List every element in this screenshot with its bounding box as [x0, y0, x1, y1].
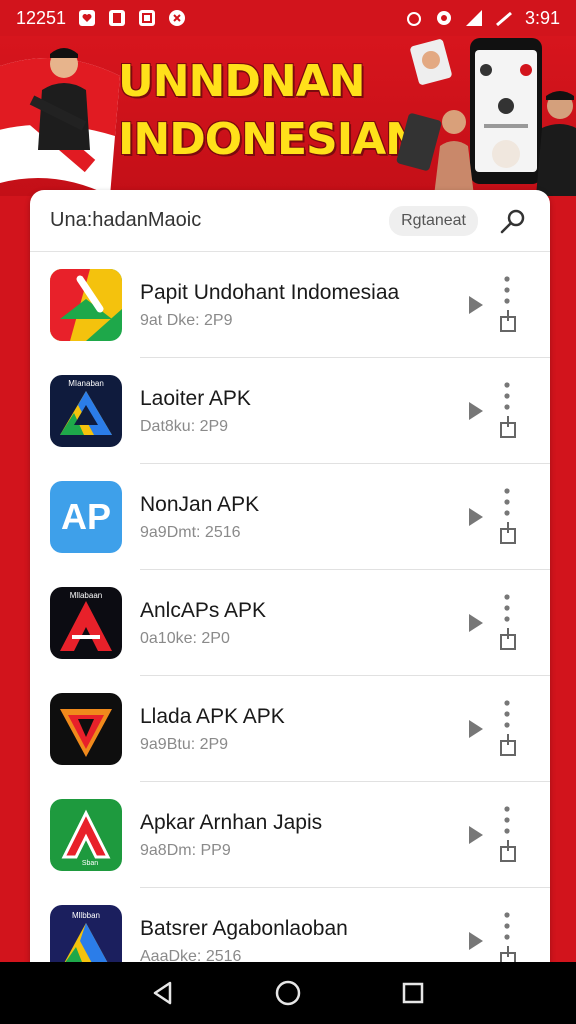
play-icon[interactable] — [466, 399, 486, 423]
recents-button[interactable] — [399, 979, 427, 1007]
row-actions — [466, 477, 536, 557]
promo-banner[interactable]: UNNDNAN INDONESIAN — [0, 36, 576, 196]
signal-icon — [465, 9, 483, 27]
app-name: AnlcAPs APK — [140, 599, 267, 622]
app-name: Papit Undohant Indomesiaa — [140, 281, 400, 304]
back-button[interactable] — [149, 979, 177, 1007]
download-box-icon[interactable] — [498, 627, 518, 651]
app-icon-5 — [50, 693, 122, 765]
filter-chip[interactable]: Rgtaneat — [389, 205, 478, 236]
more-vert-icon[interactable] — [502, 911, 512, 941]
banner-title-line2: INDONESIAN — [118, 114, 422, 165]
row-actions — [466, 901, 536, 970]
persons-right-image — [396, 39, 576, 196]
download-box-icon[interactable] — [498, 839, 518, 863]
notification-circle-icon — [168, 9, 186, 27]
icon-label: AP — [61, 496, 111, 537]
icon-label: Sban — [82, 860, 98, 867]
back-triangle-icon — [153, 981, 171, 1005]
search-icon — [500, 209, 525, 233]
app-name: NonJan APK — [140, 493, 260, 516]
app-meta: 9a9Btu: 2P9 — [140, 736, 229, 753]
more-vert-icon[interactable] — [502, 805, 512, 835]
vibrate-icon — [435, 9, 453, 27]
home-circle-icon — [275, 980, 301, 1006]
app-list-card: Una:hadanMaoic Rgtaneat Papit Undohant I… — [30, 190, 550, 970]
app-text: AnlcAPs APK 0a10ke: 2P0 — [140, 598, 466, 648]
person-left-image — [29, 48, 90, 150]
app-text: Apkar Arnhan Japis 9a8Dm: PP9 — [140, 810, 466, 860]
banner-title: UNNDNAN INDONESIAN — [118, 54, 438, 168]
more-vert-icon[interactable] — [502, 275, 512, 305]
row-actions — [466, 265, 536, 345]
status-time-left: 12251 — [16, 7, 67, 28]
app-text: Llada APK APK 9a9Btu: 2P9 — [140, 704, 466, 754]
home-button[interactable] — [274, 979, 302, 1007]
list-item[interactable]: Mllabaan AnlcAPs APK 0a10ke: 2P0 — [30, 570, 550, 676]
download-box-icon[interactable] — [498, 415, 518, 439]
app-icon-3: AP — [50, 481, 122, 553]
alarm-icon — [405, 9, 423, 27]
play-icon[interactable] — [466, 823, 486, 847]
search-button[interactable] — [496, 204, 530, 238]
app-name: Apkar Arnhan Japis — [140, 811, 323, 834]
navigation-bar — [0, 962, 576, 1024]
play-icon[interactable] — [466, 717, 486, 741]
download-box-icon[interactable] — [498, 521, 518, 545]
app-list: Papit Undohant Indomesiaa 9at Dke: 2P9 M… — [30, 252, 550, 970]
card-title: Una:hadanMaoic — [50, 209, 202, 231]
list-item[interactable]: MIanaban Laoiter APK Dat8ku: 2P9 — [30, 358, 550, 464]
more-vert-icon[interactable] — [502, 699, 512, 729]
row-actions — [466, 371, 536, 451]
more-vert-icon[interactable] — [502, 487, 512, 517]
notification-calendar-icon — [138, 9, 156, 27]
app-text: Laoiter APK Dat8ku: 2P9 — [140, 386, 466, 436]
status-time-right: 3:91 — [524, 7, 560, 28]
icon-label: Mllabaan — [70, 591, 102, 600]
download-box-icon[interactable] — [498, 733, 518, 757]
list-item[interactable]: AP NonJan APK 9a9Dmt: 2516 — [30, 464, 550, 570]
app-icon-7: Mllbban — [50, 905, 122, 970]
app-meta: 9a9Dmt: 2516 — [140, 524, 241, 541]
status-right: 3:91 — [405, 8, 560, 29]
more-vert-icon[interactable] — [502, 593, 512, 623]
icon-label: Mllbban — [72, 911, 100, 920]
list-item[interactable]: Sban Apkar Arnhan Japis 9a8Dm: PP9 — [30, 782, 550, 888]
app-name: Batsrer Agabonlaoban — [140, 917, 348, 940]
recents-square-icon — [403, 982, 424, 1004]
icon-label: MIanaban — [68, 379, 104, 388]
notification-doc-icon — [108, 9, 126, 27]
list-item[interactable]: Llada APK APK 9a9Btu: 2P9 — [30, 676, 550, 782]
download-box-icon[interactable] — [498, 309, 518, 333]
app-text: Papit Undohant Indomesiaa 9at Dke: 2P9 — [140, 280, 466, 330]
play-icon[interactable] — [466, 505, 486, 529]
app-text: NonJan APK 9a9Dmt: 2516 — [140, 492, 466, 542]
banner-title-line1: UNNDNAN — [118, 56, 366, 107]
app-name: Llada APK APK — [140, 705, 285, 728]
play-icon[interactable] — [466, 293, 486, 317]
list-item[interactable]: Mllbban Batsrer Agabonlaoban AaaDke: 251… — [30, 888, 550, 970]
list-item[interactable]: Papit Undohant Indomesiaa 9at Dke: 2P9 — [30, 252, 550, 358]
app-meta: 9a8Dm: PP9 — [140, 842, 231, 859]
app-meta: 0a10ke: 2P0 — [140, 630, 230, 647]
app-text: Batsrer Agabonlaoban AaaDke: 2516 — [140, 916, 466, 966]
app-name: Laoiter APK — [140, 387, 251, 410]
app-icon-2: MIanaban — [50, 375, 122, 447]
play-icon[interactable] — [466, 611, 486, 635]
status-left: 12251 — [16, 8, 186, 29]
play-icon[interactable] — [466, 929, 486, 953]
card-header: Una:hadanMaoic Rgtaneat — [30, 190, 550, 252]
app-icon-4: Mllabaan — [50, 587, 122, 659]
app-meta: Dat8ku: 2P9 — [140, 418, 229, 435]
row-actions — [466, 795, 536, 875]
status-bar: 12251 3:91 — [0, 0, 576, 36]
row-actions — [466, 583, 536, 663]
row-actions — [466, 689, 536, 769]
wifi-icon — [495, 9, 513, 27]
app-icon-6: Sban — [50, 799, 122, 871]
more-vert-icon[interactable] — [502, 381, 512, 411]
notification-heart-icon — [78, 9, 96, 27]
app-meta: 9at Dke: 2P9 — [140, 312, 233, 329]
app-icon-1 — [50, 269, 122, 341]
